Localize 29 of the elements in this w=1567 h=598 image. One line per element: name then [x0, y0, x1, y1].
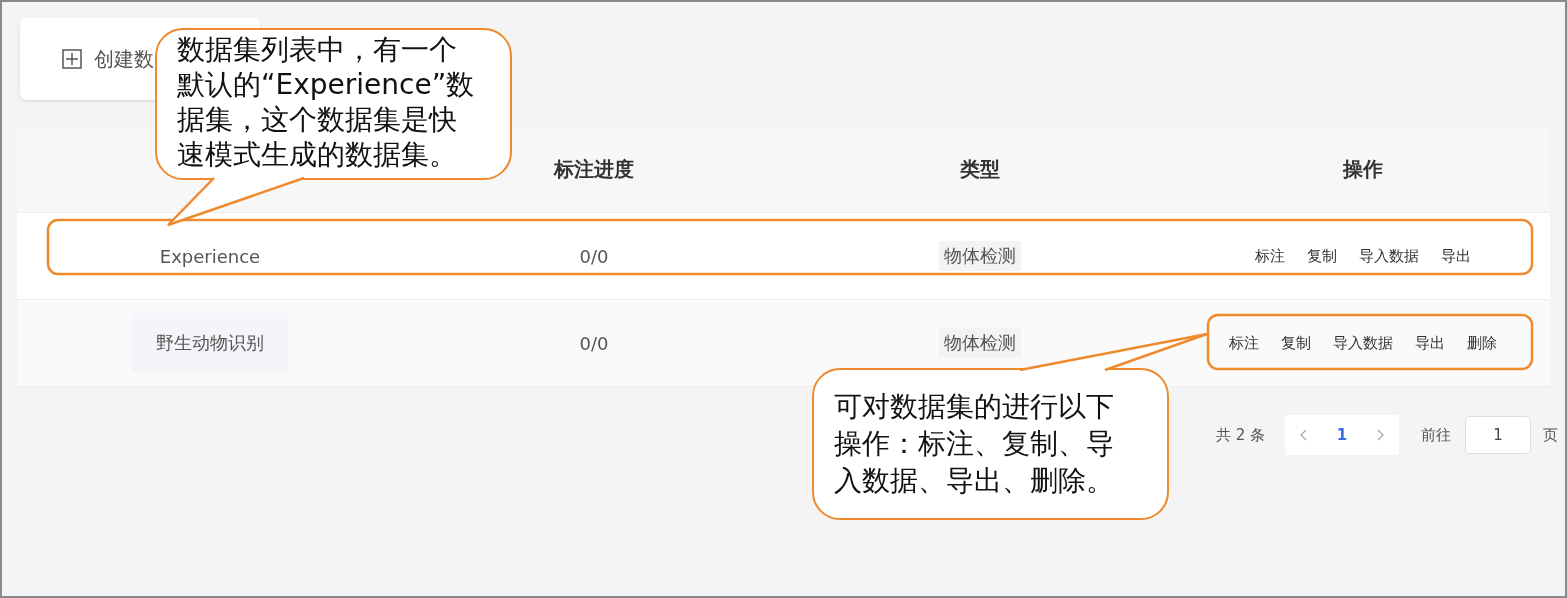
column-header: 操作: [1342, 157, 1383, 181]
column-header: 类型: [960, 157, 1000, 181]
action-link[interactable]: 标注: [1228, 333, 1259, 353]
page-number[interactable]: 1: [1323, 415, 1361, 455]
goto-label: 前往: [1421, 425, 1451, 445]
total-count: 共 2 条: [1215, 425, 1265, 445]
table-row[interactable]: 野生动物识别 0/0 物体检测 标注 复制 导入数据 导出 删除: [17, 300, 1550, 387]
dataset-name: Experience: [159, 245, 261, 267]
progress-text: 0/0: [579, 245, 609, 267]
prev-page-button[interactable]: [1285, 415, 1323, 455]
column-header: 标注进度: [554, 157, 634, 181]
action-link[interactable]: 导出: [1440, 246, 1471, 266]
action-link[interactable]: 导入数据: [1358, 246, 1419, 266]
page-input[interactable]: 1: [1465, 416, 1531, 454]
chevron-left-icon: [1300, 429, 1308, 441]
chevron-right-icon: [1376, 429, 1384, 441]
action-link[interactable]: 导入数据: [1332, 333, 1393, 353]
progress-text: 0/0: [579, 332, 609, 354]
type-tag: 物体检测: [939, 241, 1021, 271]
page-unit: 页: [1543, 425, 1558, 445]
action-link[interactable]: 标注: [1254, 246, 1285, 266]
action-link[interactable]: 复制: [1280, 333, 1311, 353]
action-link[interactable]: 删除: [1466, 333, 1497, 353]
next-page-button[interactable]: [1361, 415, 1399, 455]
action-link[interactable]: 导出: [1414, 333, 1445, 353]
dataset-name: 野生动物识别: [132, 313, 288, 373]
action-link[interactable]: 复制: [1306, 246, 1337, 266]
plus-square-icon: [62, 49, 82, 69]
type-tag: 物体检测: [939, 328, 1021, 358]
